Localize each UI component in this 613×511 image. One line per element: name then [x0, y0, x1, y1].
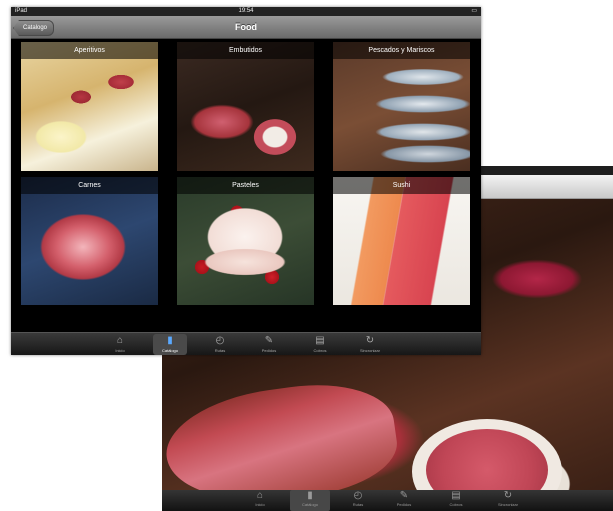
sync-icon: ↻	[365, 335, 375, 346]
tab-label: Pedidos	[396, 502, 412, 507]
category-grid: Aperitivos Embutidos Pescados y Mariscos…	[11, 39, 481, 331]
tile-pasteles[interactable]: Pasteles	[177, 177, 314, 305]
tile-carnes[interactable]: Carnes	[21, 177, 158, 305]
tab-label: Catálogo	[161, 348, 178, 353]
tab-label: Sincronizar	[497, 502, 518, 507]
detail-tab-rutas[interactable]: ◴ Rutas	[338, 490, 378, 511]
tab-inicio[interactable]: ⌂ Inicio	[103, 334, 137, 355]
detail-tab-inicio[interactable]: ⌂ Inicio	[240, 490, 280, 511]
detail-tab-sincronizar[interactable]: ↻ Sincronizar	[488, 490, 528, 511]
tab-sincronizar[interactable]: ↻ Sincronizar	[353, 334, 387, 355]
status-time: 19:54	[238, 8, 254, 14]
tile-sushi[interactable]: Sushi	[333, 177, 470, 305]
detail-tab-bar: ⌂ Inicio ▮ Catálogo ◴ Rutas ✎ Pedidos ▤ Cobro…	[162, 490, 613, 511]
tile-label: Carnes	[21, 177, 158, 194]
catalog-screen: iPad 19:54 ▭ Food Catalogo Aperitivos Em…	[11, 7, 481, 355]
tile-label: Pasteles	[177, 177, 314, 194]
tile-label: Pescados y Mariscos	[333, 42, 470, 59]
detail-tab-pedidos[interactable]: ✎ Pedidos	[384, 490, 424, 511]
tile-label: Aperitivos	[21, 42, 158, 59]
tab-label: Sincronizar	[359, 348, 380, 353]
home-icon: ⌂	[116, 335, 124, 346]
tab-label: Cobros	[313, 348, 327, 353]
battery-icon: ▭	[471, 8, 477, 14]
tab-label: Rutas	[352, 502, 364, 507]
home-icon: ⌂	[256, 490, 264, 501]
routes-icon: ◴	[215, 335, 225, 346]
tab-bar: ⌂ Inicio ▮ Catálogo ◴ Rutas ✎ Pedidos ▤ Cobro…	[11, 332, 481, 355]
tab-label: Pedidos	[261, 348, 277, 353]
tile-label: Sushi	[333, 177, 470, 194]
tile-pescados-y-mariscos[interactable]: Pescados y Mariscos	[333, 42, 470, 171]
tab-label: Inicio	[255, 502, 265, 507]
back-button[interactable]: Catalogo	[13, 20, 55, 36]
tile-embutidos[interactable]: Embutidos	[177, 42, 314, 171]
sync-icon: ↻	[503, 490, 513, 501]
tile-aperitivos[interactable]: Aperitivos	[21, 42, 158, 171]
catalog-icon: ▮	[307, 490, 313, 501]
detail-tab-catalogo[interactable]: ▮ Catálogo	[290, 490, 330, 511]
detail-tab-cobros[interactable]: ▤ Cobros	[436, 490, 476, 511]
tile-label: Embutidos	[177, 42, 314, 59]
page-title: Food	[235, 22, 257, 32]
payments-icon: ▤	[451, 490, 461, 501]
payments-icon: ▤	[315, 335, 325, 346]
tab-rutas[interactable]: ◴ Rutas	[203, 334, 237, 355]
orders-icon: ✎	[399, 490, 409, 501]
status-bar: iPad 19:54 ▭	[11, 7, 481, 16]
navigation-bar: Food Catalogo	[11, 16, 481, 39]
tab-label: Cobros	[449, 502, 463, 507]
tab-cobros[interactable]: ▤ Cobros	[303, 334, 337, 355]
tab-label: Rutas	[214, 348, 226, 353]
orders-icon: ✎	[264, 335, 274, 346]
routes-icon: ◴	[353, 490, 363, 501]
tab-label: Inicio	[115, 348, 125, 353]
tab-pedidos[interactable]: ✎ Pedidos	[252, 334, 286, 355]
tab-catalogo[interactable]: ▮ Catálogo	[153, 334, 187, 355]
catalog-icon: ▮	[167, 335, 173, 346]
tab-label: Catálogo	[301, 502, 318, 507]
